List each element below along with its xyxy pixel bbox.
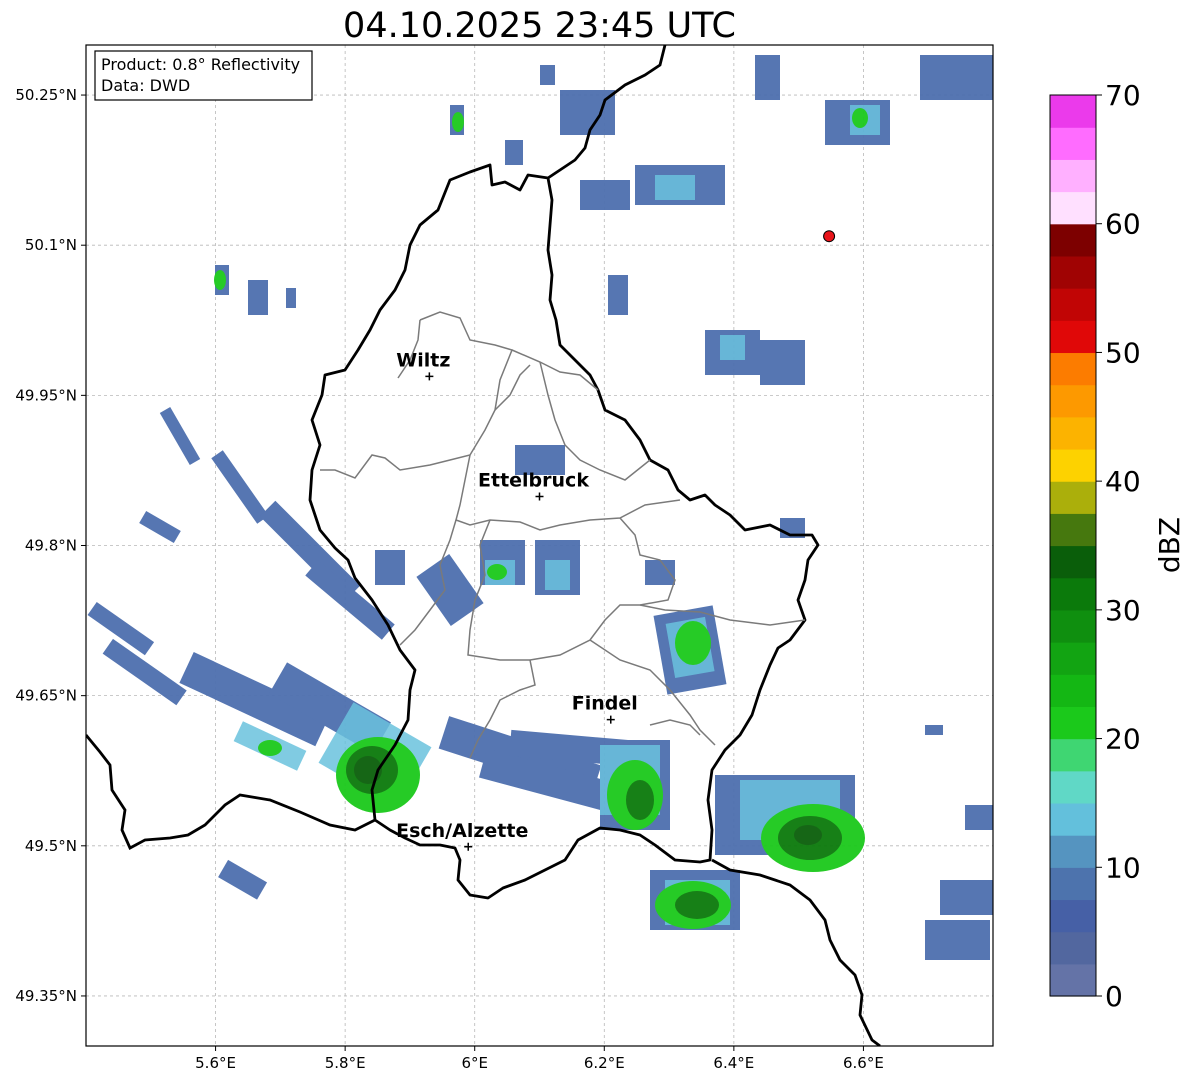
colorbar-segment bbox=[1050, 481, 1096, 514]
colorbar-tick-label: 0 bbox=[1105, 980, 1123, 1013]
colorbar-segment bbox=[1050, 706, 1096, 740]
colorbar-tick-label: 70 bbox=[1105, 79, 1141, 112]
radar-site bbox=[823, 230, 836, 243]
x-tick-label: 6°E bbox=[461, 1054, 488, 1072]
colorbar-segment bbox=[1050, 352, 1096, 386]
y-tick-label: 49.65°N bbox=[15, 687, 77, 705]
x-tick-label: 6.6°E bbox=[843, 1054, 884, 1072]
colorbar-segment bbox=[1050, 931, 1096, 965]
y-tick-label: 50.25°N bbox=[15, 86, 77, 104]
colorbar-segment bbox=[1050, 577, 1096, 611]
x-tick-label: 5.8°E bbox=[325, 1054, 366, 1072]
colorbar-tick-label: 20 bbox=[1105, 723, 1141, 756]
colorbar-segment bbox=[1050, 545, 1096, 579]
colorbar-segment bbox=[1050, 609, 1096, 643]
city-label: Findel bbox=[572, 693, 638, 715]
colorbar-tick-label: 40 bbox=[1105, 465, 1141, 498]
city-label: Esch/Alzette bbox=[396, 820, 528, 842]
radar-map: Product: 0.8° Reflectivity Data: DWD 5.6… bbox=[15, 44, 1141, 1072]
city-label: Wiltz bbox=[396, 349, 450, 371]
colorbar-segment bbox=[1050, 288, 1096, 321]
info-product: Product: 0.8° Reflectivity bbox=[101, 55, 300, 74]
colorbar-segment bbox=[1050, 448, 1096, 482]
colorbar-segment bbox=[1050, 802, 1096, 836]
colorbar-segment bbox=[1050, 738, 1096, 772]
colorbar-segment bbox=[1050, 867, 1096, 901]
colorbar-tick-label: 10 bbox=[1105, 851, 1141, 884]
colorbar-segment bbox=[1050, 159, 1096, 193]
colorbar-segment bbox=[1050, 416, 1096, 450]
colorbar-segment bbox=[1050, 642, 1096, 675]
y-tick-label: 49.35°N bbox=[15, 987, 77, 1005]
colorbar-label: dBZ bbox=[1153, 516, 1184, 574]
colorbar-segment bbox=[1050, 95, 1096, 128]
y-tick-label: 49.8°N bbox=[25, 537, 77, 555]
info-box: Product: 0.8° Reflectivity Data: DWD bbox=[94, 50, 313, 101]
colorbar-tick-label: 50 bbox=[1105, 336, 1141, 369]
colorbar-segment bbox=[1050, 223, 1096, 257]
colorbar-segment bbox=[1050, 835, 1096, 868]
colorbar-segment bbox=[1050, 320, 1096, 354]
colorbar-segment bbox=[1050, 899, 1096, 933]
colorbar: 0 10 20 30 40 50 60 70 bbox=[1049, 79, 1141, 1013]
y-tick-label: 49.95°N bbox=[15, 386, 77, 404]
colorbar-segment bbox=[1050, 255, 1096, 289]
colorbar-segment bbox=[1050, 963, 1096, 997]
colorbar-segment bbox=[1050, 127, 1096, 160]
colorbar-tick-label: 60 bbox=[1105, 208, 1141, 241]
x-tick-label: 6.2°E bbox=[584, 1054, 625, 1072]
colorbar-segment bbox=[1050, 513, 1096, 547]
info-source: Data: DWD bbox=[101, 76, 190, 95]
radar-site-marker bbox=[823, 230, 836, 243]
y-tick-label: 49.5°N bbox=[25, 837, 77, 855]
colorbar-segment bbox=[1050, 770, 1096, 804]
colorbar-segment bbox=[1050, 191, 1096, 225]
y-tick-label: 50.1°N bbox=[25, 236, 77, 254]
colorbar-segment bbox=[1050, 674, 1096, 707]
x-tick-label: 6.4°E bbox=[713, 1054, 754, 1072]
colorbar-tick-label: 30 bbox=[1105, 594, 1141, 627]
city-label: Ettelbruck bbox=[478, 469, 589, 491]
colorbar-segment bbox=[1050, 384, 1096, 418]
x-tick-label: 5.6°E bbox=[195, 1054, 236, 1072]
